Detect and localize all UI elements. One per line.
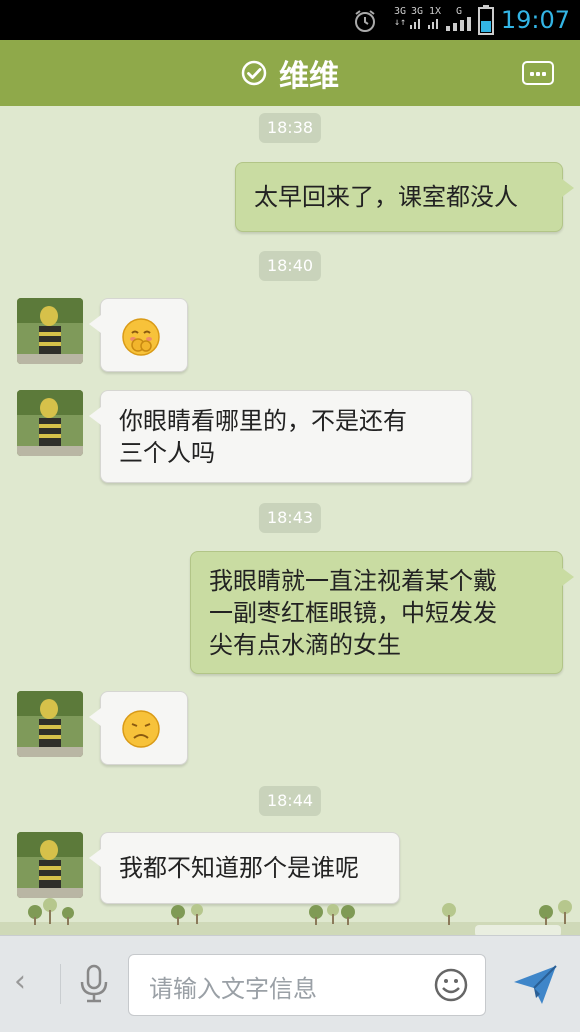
- network-label: 3G: [411, 6, 424, 17]
- message-input-placeholder: 请输入文字信息: [149, 975, 317, 1003]
- send-icon[interactable]: [512, 964, 558, 1006]
- input-bar: ‹ 请输入文字信息: [0, 935, 580, 1032]
- smiley-icon[interactable]: [433, 967, 469, 1003]
- message-text: 太早回来了，课室都没人: [254, 183, 518, 211]
- avatar-photo: [17, 832, 83, 898]
- status-bar: 3G ↓↑ 3G 1X G 19:07: [0, 0, 580, 40]
- avatar-photo: [17, 691, 83, 757]
- received-message[interactable]: [89, 298, 188, 372]
- contact-avatar[interactable]: [17, 832, 83, 898]
- signal-icon: [410, 19, 421, 29]
- check-circle-icon: [241, 60, 267, 86]
- timestamp: 18:43: [258, 503, 322, 533]
- clock: 19:07: [500, 6, 570, 34]
- message-text: 我都不知道那个是谁呢: [119, 854, 359, 882]
- message-line: 三个人吗: [119, 439, 215, 467]
- chevron-left-icon: ‹: [14, 964, 26, 999]
- network-indicators: 3G ↓↑ 3G 1X G: [394, 6, 472, 31]
- avatar-photo: [17, 390, 83, 456]
- divider: [60, 964, 61, 1004]
- contact-name: 维维: [279, 59, 339, 94]
- sent-message[interactable]: 我眼睛就一直注视着某个戴 一副枣红框眼镜，中短发发 尖有点水滴的女生: [190, 551, 574, 674]
- contact-avatar[interactable]: [17, 298, 83, 364]
- signal-bars-icon: [446, 17, 472, 31]
- sent-message[interactable]: 太早回来了，课室都没人: [235, 162, 574, 232]
- timestamp: 18:44: [258, 786, 322, 816]
- timestamp: 18:40: [258, 251, 322, 281]
- timestamp: 18:38: [258, 113, 322, 143]
- more-icon: [530, 72, 534, 76]
- message-line: 你眼睛看哪里的，不是还有: [119, 407, 407, 435]
- message-line: 一副枣红框眼镜，中短发发: [209, 599, 497, 627]
- network-label: G: [456, 6, 463, 17]
- shy-face-emoji: [122, 318, 160, 356]
- chat-header: 维维: [0, 40, 580, 106]
- received-message[interactable]: 我都不知道那个是谁呢: [89, 832, 400, 904]
- message-line: 我眼睛就一直注视着某个戴: [209, 567, 497, 595]
- signal-icon: [428, 19, 439, 29]
- contact-avatar[interactable]: [17, 691, 83, 757]
- battery-icon: [478, 5, 494, 35]
- message-line: 尖有点水滴的女生: [209, 631, 401, 659]
- contact-avatar[interactable]: [17, 390, 83, 456]
- received-message[interactable]: [89, 691, 188, 765]
- network-label: 1X: [429, 6, 442, 17]
- network-label: 3G: [394, 6, 407, 17]
- sad-face-emoji: [122, 710, 160, 748]
- more-button[interactable]: [522, 61, 554, 85]
- chat-list[interactable]: 18:38 太早回来了，课室都没人 18:40 你眼睛看哪里的，不是还有 三个人…: [0, 106, 580, 936]
- received-message[interactable]: 你眼睛看哪里的，不是还有 三个人吗: [89, 390, 472, 483]
- alarm-icon: [355, 10, 375, 32]
- collapse-button[interactable]: ‹: [14, 964, 26, 999]
- microphone-icon[interactable]: [78, 964, 110, 1004]
- message-input[interactable]: 请输入文字信息: [128, 954, 486, 1016]
- scenery-decoration: [0, 898, 580, 940]
- avatar-photo: [17, 298, 83, 364]
